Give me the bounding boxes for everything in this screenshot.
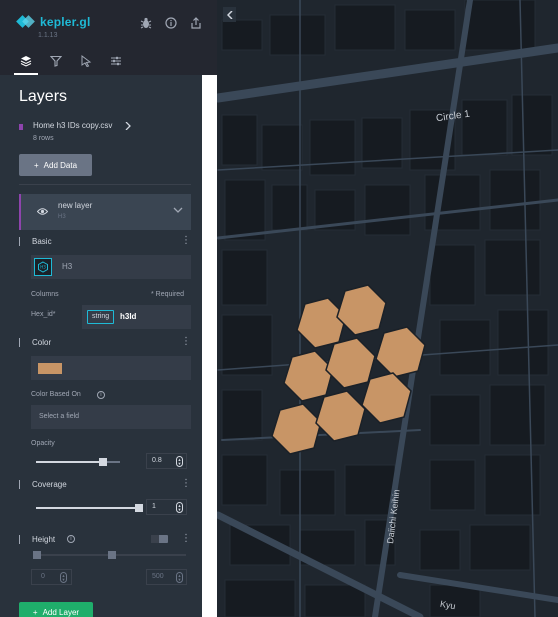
coverage-more-icon[interactable]: ⋮ xyxy=(181,479,191,489)
height-min-stepper[interactable]: ▲ ▼ xyxy=(60,572,67,583)
svg-text:H3: H3 xyxy=(40,265,46,270)
coverage-slider[interactable] xyxy=(36,504,143,512)
panel-title: Layers xyxy=(19,88,68,105)
height-section-label[interactable]: Height xyxy=(19,535,55,544)
color-field-select[interactable]: Select a field xyxy=(31,405,191,429)
height-more-icon[interactable]: ⋮ xyxy=(181,534,191,544)
kepler-app: Circle 1 Daiichi Keihin Kyu kepler.gl 1.… xyxy=(0,0,558,617)
height-toggle[interactable] xyxy=(151,535,168,543)
plus-icon: + xyxy=(33,160,39,170)
app-version: 1.1.13 xyxy=(38,32,58,39)
info-icon[interactable]: i xyxy=(97,391,105,399)
layers-panel: Layers Home h3 IDs copy.csv 8 rows + Add… xyxy=(0,75,202,617)
coverage-value: 1 xyxy=(152,503,156,510)
panel-tabs xyxy=(14,50,128,75)
kepler-logo-icon xyxy=(18,16,34,28)
sliders-icon xyxy=(111,56,121,66)
color-picker[interactable] xyxy=(31,356,191,380)
cursor-icon xyxy=(81,55,92,67)
layer-type-selector[interactable]: H3 H3 xyxy=(31,255,191,279)
filter-icon xyxy=(50,55,62,67)
required-note: * Required xyxy=(151,291,185,298)
coverage-section-label[interactable]: Coverage xyxy=(19,480,67,489)
side-panel: kepler.gl 1.1.13 Layers Home h3 IDs copy… xyxy=(0,0,217,617)
add-layer-label: Add Layer xyxy=(42,607,80,617)
layer-name[interactable]: new layer xyxy=(58,201,92,210)
opacity-slider-fill xyxy=(36,461,104,463)
layer-type: H3 xyxy=(58,214,66,220)
coverage-slider-handle[interactable] xyxy=(135,504,143,512)
add-data-button[interactable]: + Add Data xyxy=(19,154,92,176)
h3-layer-icon: H3 xyxy=(34,258,52,276)
layers-icon xyxy=(20,56,32,67)
info-icon[interactable]: i xyxy=(67,535,75,543)
height-range-slider[interactable] xyxy=(33,551,186,559)
basic-section-label[interactable]: Basic xyxy=(19,237,52,246)
color-field-placeholder: Select a field xyxy=(39,413,80,420)
opacity-stepper[interactable]: ▲ ▼ xyxy=(176,456,183,467)
tab-interactions[interactable] xyxy=(74,50,98,75)
fill-color-swatch[interactable] xyxy=(38,363,62,374)
color-more-icon[interactable]: ⋮ xyxy=(181,337,191,347)
opacity-input[interactable]: 0.8 ▲ ▼ xyxy=(146,453,187,469)
header-actions xyxy=(139,16,203,30)
color-based-on-label: Color Based On xyxy=(31,391,81,398)
info-button[interactable] xyxy=(164,16,178,30)
app-name: kepler.gl xyxy=(40,15,91,29)
dataset-row-count: 8 rows xyxy=(33,135,54,142)
layer-card-header[interactable]: new layer H3 xyxy=(19,194,191,230)
tab-map-style[interactable] xyxy=(104,50,128,75)
add-data-label: Add Data xyxy=(43,160,78,170)
bug-report-button[interactable] xyxy=(139,16,153,30)
panel-header: kepler.gl 1.1.13 xyxy=(0,0,217,75)
coverage-stepper[interactable]: ▲ ▼ xyxy=(176,502,183,513)
panel-divider xyxy=(19,184,191,185)
height-max-value: 500 xyxy=(152,573,164,580)
opacity-slider-handle[interactable] xyxy=(99,458,108,466)
height-min-input[interactable]: 0 ▲ ▼ xyxy=(31,569,72,585)
toggle-knob xyxy=(151,535,159,543)
columns-label: Columns xyxy=(31,291,59,298)
share-button[interactable] xyxy=(189,16,203,30)
tab-filters[interactable] xyxy=(44,50,68,75)
panel-scrollbar[interactable] xyxy=(202,75,217,617)
app-logo: kepler.gl xyxy=(18,15,91,29)
tab-layers[interactable] xyxy=(14,50,38,75)
layer-type-name: H3 xyxy=(62,262,73,271)
color-section-label[interactable]: Color xyxy=(19,338,51,347)
height-max-input[interactable]: 500 ▲ ▼ xyxy=(146,569,187,585)
height-range-min-handle[interactable] xyxy=(33,551,41,559)
eye-icon[interactable] xyxy=(37,207,48,216)
chevron-right-icon xyxy=(125,122,131,130)
height-range-max-handle[interactable] xyxy=(108,551,116,559)
collapse-panel-button[interactable] xyxy=(223,7,236,22)
share-icon xyxy=(191,17,201,29)
chevron-down-icon[interactable] xyxy=(173,205,183,215)
bug-icon xyxy=(140,17,152,29)
hex-id-label: Hex_id* xyxy=(31,311,56,318)
field-type-tag: string xyxy=(87,310,115,324)
coverage-input[interactable]: 1 ▲ ▼ xyxy=(146,499,187,515)
hex-id-field-selector[interactable]: string h3Id xyxy=(82,305,191,329)
info-icon xyxy=(165,17,177,29)
dataset-color-swatch xyxy=(19,124,23,130)
height-min-value: 0 xyxy=(41,573,45,580)
opacity-label: Opacity xyxy=(31,440,55,447)
plus-icon: + xyxy=(32,607,38,617)
height-max-stepper[interactable]: ▲ ▼ xyxy=(176,572,183,583)
opacity-value: 0.8 xyxy=(152,457,162,464)
coverage-slider-fill xyxy=(36,507,139,509)
basic-more-icon[interactable]: ⋮ xyxy=(181,236,191,246)
chevron-left-icon xyxy=(226,10,233,19)
opacity-slider[interactable] xyxy=(36,458,120,466)
dataset-name[interactable]: Home h3 IDs copy.csv xyxy=(33,121,112,130)
add-layer-button[interactable]: + Add Layer xyxy=(19,602,93,617)
hex-id-field-name: h3Id xyxy=(120,312,137,321)
